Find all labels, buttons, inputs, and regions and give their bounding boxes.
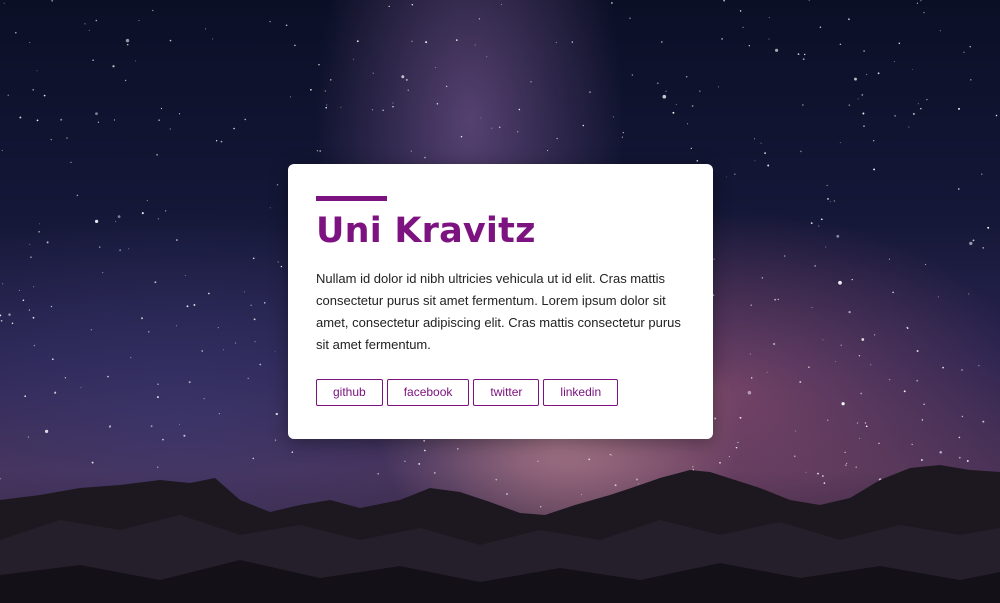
profile-card: Uni Kravitz Nullam id dolor id nibh ultr… [288,164,713,439]
facebook-link[interactable]: facebook [386,379,470,406]
social-links: github facebook twitter linkedin [316,379,685,406]
twitter-link[interactable]: twitter [473,379,540,406]
profile-description: Nullam id dolor id nibh ultricies vehicu… [316,271,681,352]
github-link[interactable]: github [316,379,383,406]
accent-bar [316,196,387,201]
profile-name: Uni Kravitz [316,211,536,251]
page: Uni Kravitz Nullam id dolor id nibh ultr… [0,0,1000,603]
linkedin-link[interactable]: linkedin [543,379,619,406]
